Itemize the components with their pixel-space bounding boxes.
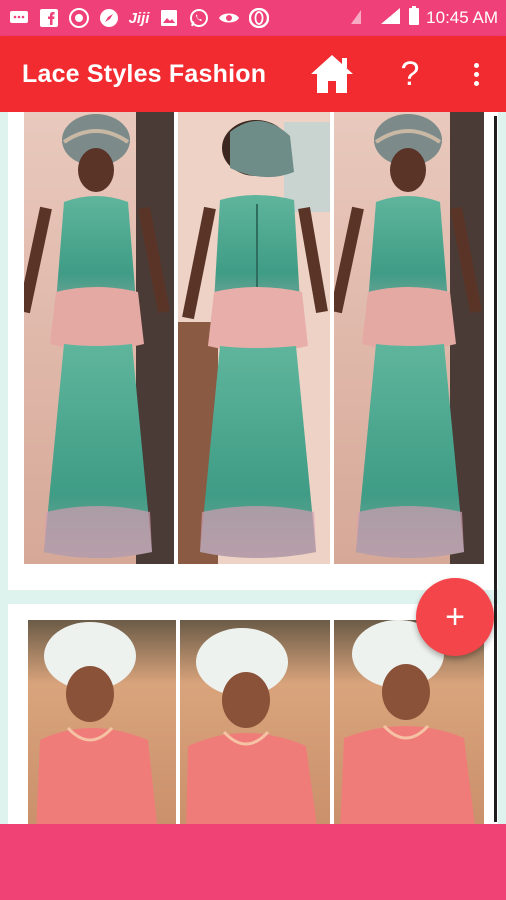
home-icon: [311, 55, 353, 93]
more-options-button[interactable]: [462, 50, 490, 98]
status-time: 10:45 AM: [426, 8, 498, 27]
home-button[interactable]: [308, 50, 356, 98]
gallery-image[interactable]: [28, 620, 484, 824]
opera-icon: [248, 7, 270, 29]
compass-icon: [98, 7, 120, 29]
jiji-app-icon: Jiji: [128, 9, 150, 27]
app-bar: Lace Styles Fashion ?: [0, 36, 506, 112]
bottom-banner: [0, 824, 506, 900]
notification-icons: Jiji: [8, 7, 270, 29]
photo-pink-lace-dress-white-gele: [28, 620, 484, 824]
photo-green-peplum-lace-gown: [24, 112, 484, 564]
help-button[interactable]: ?: [394, 50, 426, 98]
facebook-icon: [38, 7, 60, 29]
eye-icon: [218, 7, 240, 29]
whatsapp-icon: [188, 7, 210, 29]
gallery-image[interactable]: [24, 112, 484, 564]
app-title: Lace Styles Fashion: [22, 59, 267, 88]
signal-icon: [350, 7, 374, 30]
more-vert-icon: [473, 62, 479, 68]
gallery-list[interactable]: [0, 112, 506, 824]
system-status: 10:45 AM: [350, 5, 498, 31]
scroll-edge: [494, 116, 497, 822]
gallery-app-icon: [68, 7, 90, 29]
add-fab-button[interactable]: +: [416, 578, 494, 656]
gallery-card[interactable]: [8, 112, 498, 590]
message-icon: [8, 7, 30, 29]
plus-icon: +: [445, 597, 465, 636]
status-bar: Jiji 10:45 AM: [0, 0, 506, 36]
image-icon: [158, 7, 180, 29]
battery-icon: [408, 5, 420, 31]
signal-icon-2: [380, 7, 402, 30]
